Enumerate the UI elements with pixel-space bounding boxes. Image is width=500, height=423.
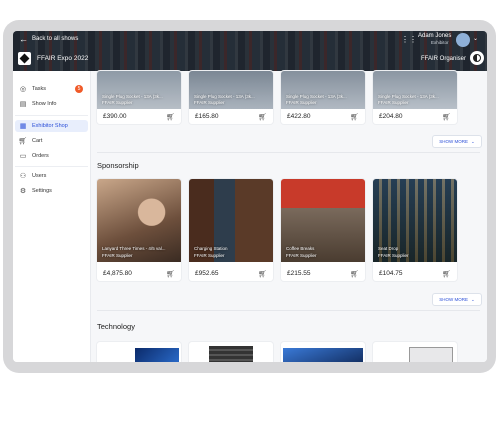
sidebar-item-settings[interactable]: ⚙ Settings: [15, 185, 88, 197]
sidebar-item-label: Tasks: [32, 86, 47, 92]
product-image: Seat Drop FFAIR Supplier: [373, 179, 457, 262]
show-more-button[interactable]: SHOW MORE ⌄: [432, 293, 482, 306]
product-price: £104.75: [379, 270, 403, 277]
sidebar-item-label: Settings: [32, 188, 52, 194]
back-label: Back to all shows: [32, 36, 79, 42]
sidebar-item-label: Exhibitor Shop: [32, 123, 68, 129]
sidebar-item-show-info[interactable]: ▤ Show Info: [15, 98, 88, 110]
apps-grid-icon[interactable]: ⋮⋮: [401, 35, 417, 44]
product-price: £165.80: [195, 113, 219, 120]
cart-icon: 🛒︎: [18, 138, 28, 145]
product-image: [209, 346, 253, 362]
sidebar-item-users[interactable]: ⚇ Users: [15, 170, 88, 182]
sidebar-item-label: Cart: [32, 138, 43, 144]
add-to-cart-icon[interactable]: 🛒︎: [350, 270, 359, 278]
section-title-technology: Technology: [97, 322, 135, 331]
product-image: [409, 347, 453, 362]
product-image: [283, 348, 363, 362]
back-link[interactable]: ← Back to all shows: [19, 34, 78, 44]
product-image: Charging Station FFAIR Supplier: [189, 179, 273, 262]
sidebar-item-tasks[interactable]: ◎ Tasks 5: [15, 83, 88, 95]
product-card[interactable]: Single Plug Socket - 13A (3k... FFAIR Sup…: [281, 71, 365, 124]
product-card[interactable]: Single Plug Socket - 13A (3k... FFAIR Sup…: [97, 71, 181, 124]
sidebar: ◎ Tasks 5 ▤ Show Info ▦ Exhibitor Shop 🛒…: [13, 71, 91, 362]
sidebar-item-exhibitor-shop[interactable]: ▦ Exhibitor Shop: [15, 120, 88, 132]
add-to-cart-icon[interactable]: 🛒︎: [442, 113, 451, 121]
shop-content: Single Plug Socket - 13A (3k... FFAIR Sup…: [91, 71, 487, 362]
sidebar-item-label: Show Info: [32, 101, 57, 107]
show-more-button[interactable]: SHOW MORE ⌄: [432, 135, 482, 148]
check-circle-icon: ◎: [19, 86, 27, 93]
product-card[interactable]: [281, 342, 365, 362]
avatar[interactable]: [456, 33, 470, 47]
product-price: £390.00: [103, 113, 127, 120]
chevron-down-icon: ⌄: [470, 296, 475, 302]
sidebar-item-orders[interactable]: ▭ Orders: [15, 150, 88, 162]
tasks-count-badge: 5: [75, 85, 83, 93]
product-price: £204.80: [379, 113, 403, 120]
product-image: Single Plug Socket - 13A (3k... FFAIR Sup…: [281, 71, 365, 109]
divider: [97, 152, 480, 153]
sidebar-item-label: Users: [32, 173, 47, 179]
add-to-cart-icon[interactable]: 🛒︎: [442, 270, 451, 278]
product-price: £422.80: [287, 113, 311, 120]
add-to-cart-icon[interactable]: 🛒︎: [166, 270, 175, 278]
info-card-icon: ▤: [19, 101, 27, 108]
user-name: Adam Jones: [418, 33, 452, 39]
product-card[interactable]: Single Plug Socket - 13A (3k... FFAIR Sup…: [189, 71, 273, 124]
add-to-cart-icon[interactable]: 🛒︎: [166, 113, 175, 121]
sidebar-item-cart[interactable]: 🛒︎ Cart: [15, 135, 88, 147]
product-card[interactable]: Coffee Breaks FFAIR Supplier £215.55 🛒︎: [281, 179, 365, 281]
organiser-switch-button[interactable]: [470, 51, 484, 65]
product-price: £952.65: [195, 270, 219, 277]
divider: [97, 310, 480, 311]
product-card[interactable]: Charging Station FFAIR Supplier £952.65 🛒…: [189, 179, 273, 281]
product-card[interactable]: [189, 342, 273, 362]
app-screen: ← Back to all shows FFAIR Expo 2022 ⋮⋮ A…: [13, 31, 487, 362]
product-image: Single Plug Socket - 13A (3k... FFAIR Sup…: [97, 71, 181, 109]
header-bar: ← Back to all shows FFAIR Expo 2022 ⋮⋮ A…: [13, 31, 487, 71]
product-image: Coffee Breaks FFAIR Supplier: [281, 179, 365, 262]
product-card[interactable]: Single Plug Socket - 13A (3k... FFAIR Sup…: [373, 71, 457, 124]
section-title-sponsorship: Sponsorship: [97, 161, 139, 170]
gear-icon: ⚙: [19, 188, 27, 195]
sidebar-item-label: Orders: [32, 153, 49, 159]
product-card[interactable]: Seat Drop FFAIR Supplier £104.75 🛒︎: [373, 179, 457, 281]
orders-icon: ▭: [19, 153, 27, 160]
back-arrow-icon: ←: [19, 34, 28, 44]
product-card[interactable]: [97, 342, 181, 362]
product-card[interactable]: Lanyard Three Times - 4/5 val... FFAIR Su…: [97, 179, 181, 281]
add-to-cart-icon[interactable]: 🛒︎: [258, 113, 267, 121]
add-to-cart-icon[interactable]: 🛒︎: [258, 270, 267, 278]
add-to-cart-icon[interactable]: 🛒︎: [350, 113, 359, 121]
event-title: FFAIR Expo 2022: [37, 55, 89, 62]
product-price: £4,875.80: [103, 270, 132, 277]
product-card[interactable]: [373, 342, 457, 362]
product-price: £215.55: [287, 270, 311, 277]
event-logo: [18, 52, 31, 65]
organiser-label: FFAIR Organiser: [421, 56, 467, 62]
users-icon: ⚇: [19, 173, 27, 180]
product-image: Single Plug Socket - 13A (3k... FFAIR Sup…: [373, 71, 457, 109]
chevron-down-icon: ⌄: [470, 138, 475, 144]
product-image: Single Plug Socket - 13A (3k... FFAIR Sup…: [189, 71, 273, 109]
shop-icon: ▦: [19, 123, 27, 130]
chevron-down-icon[interactable]: ⌄: [473, 35, 478, 42]
product-image: Lanyard Three Times - 4/5 val... FFAIR Su…: [97, 179, 181, 262]
divider: [15, 166, 88, 167]
divider: [15, 115, 88, 116]
user-role: Exhibitor: [431, 40, 449, 45]
product-image: [135, 348, 179, 362]
